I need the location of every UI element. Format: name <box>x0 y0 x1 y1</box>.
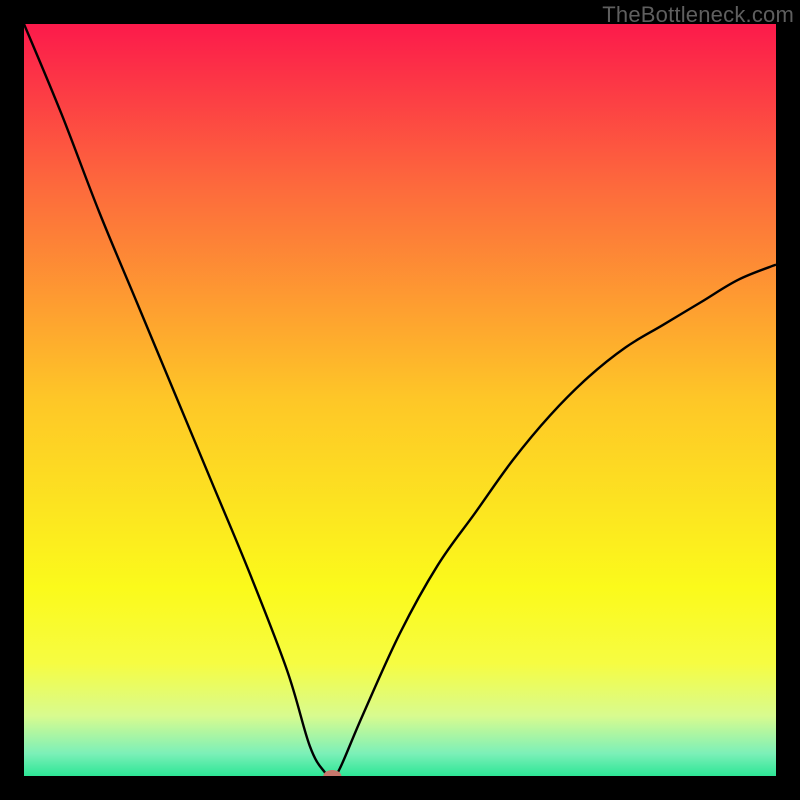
chart-svg <box>24 24 776 776</box>
plot-area <box>24 24 776 776</box>
chart-frame: TheBottleneck.com <box>0 0 800 800</box>
plot-background <box>24 24 776 776</box>
watermark-label: TheBottleneck.com <box>602 2 794 28</box>
